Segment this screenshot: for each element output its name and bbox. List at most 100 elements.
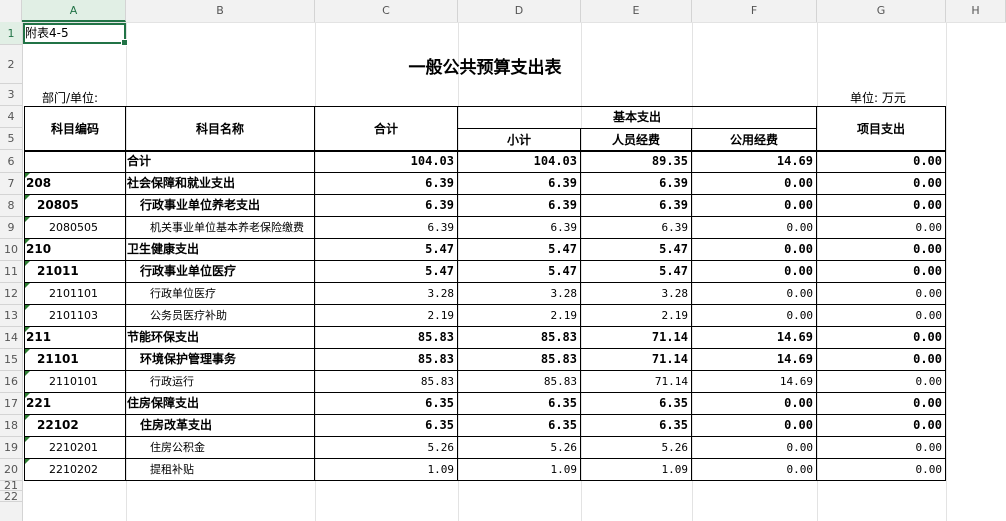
table-cell-per[interactable]: 6.39 (580, 216, 692, 239)
row-header-4[interactable]: 4 (0, 106, 22, 128)
table-cell-sub[interactable]: 6.39 (457, 216, 581, 239)
table-cell-total[interactable]: 6.35 (314, 414, 458, 437)
table-cell-proj[interactable]: 0.00 (816, 282, 946, 305)
table-cell-proj[interactable]: 0.00 (816, 414, 946, 437)
row-header-18[interactable]: 18 (0, 415, 22, 437)
row-header-20[interactable]: 20 (0, 459, 22, 481)
table-cell-name[interactable]: 社会保障和就业支出 (125, 172, 315, 195)
table-cell-code[interactable]: 2080505 (24, 216, 126, 239)
table-cell-name[interactable]: 卫生健康支出 (125, 238, 315, 261)
row-header-13[interactable]: 13 (0, 305, 22, 327)
table-cell-total[interactable]: 104.03 (314, 150, 458, 173)
table-cell-name[interactable]: 行政运行 (125, 370, 315, 393)
column-header-h[interactable]: H (946, 0, 1006, 22)
table-cell-sub[interactable]: 6.35 (457, 414, 581, 437)
column-header-e[interactable]: E (581, 0, 692, 22)
table-cell-pub[interactable]: 0.00 (691, 458, 817, 481)
table-cell-per[interactable]: 6.35 (580, 414, 692, 437)
table-cell-total[interactable]: 6.39 (314, 216, 458, 239)
row-header-22[interactable]: 22 (0, 491, 22, 502)
table-cell-proj[interactable]: 0.00 (816, 194, 946, 217)
table-cell-sub[interactable]: 6.35 (457, 392, 581, 415)
row-header-16[interactable]: 16 (0, 371, 22, 393)
table-cell-per[interactable]: 2.19 (580, 304, 692, 327)
table-cell-name[interactable]: 行政事业单位医疗 (125, 260, 315, 283)
table-cell-pub[interactable]: 0.00 (691, 282, 817, 305)
table-cell-per[interactable]: 5.47 (580, 238, 692, 261)
column-header-f[interactable]: F (692, 0, 817, 22)
column-header-a[interactable]: A (22, 0, 126, 22)
row-header-8[interactable]: 8 (0, 195, 22, 217)
row-header-7[interactable]: 7 (0, 173, 22, 195)
row-header-14[interactable]: 14 (0, 327, 22, 349)
row-header-11[interactable]: 11 (0, 261, 22, 283)
row-header-2[interactable]: 2 (0, 45, 22, 84)
row-header-12[interactable]: 12 (0, 283, 22, 305)
table-cell-proj[interactable]: 0.00 (816, 238, 946, 261)
column-header-b[interactable]: B (126, 0, 315, 22)
table-cell-sub[interactable]: 6.39 (457, 194, 581, 217)
cell-a1[interactable]: 附表4-5 (25, 23, 125, 44)
table-cell-proj[interactable]: 0.00 (816, 260, 946, 283)
table-cell-per[interactable]: 71.14 (580, 326, 692, 349)
column-header-g[interactable]: G (817, 0, 946, 22)
table-cell-code[interactable]: 21101 (24, 348, 126, 371)
table-cell-sub[interactable]: 3.28 (457, 282, 581, 305)
table-cell-proj[interactable]: 0.00 (816, 304, 946, 327)
table-cell-pub[interactable]: 0.00 (691, 216, 817, 239)
table-cell-total[interactable]: 5.47 (314, 238, 458, 261)
table-cell-proj[interactable]: 0.00 (816, 370, 946, 393)
table-cell-proj[interactable]: 0.00 (816, 348, 946, 371)
table-cell-proj[interactable]: 0.00 (816, 216, 946, 239)
table-cell-per[interactable]: 6.39 (580, 172, 692, 195)
table-cell-sub[interactable]: 85.83 (457, 326, 581, 349)
table-cell-code[interactable]: 210 (24, 238, 126, 261)
table-cell-pub[interactable]: 0.00 (691, 436, 817, 459)
table-cell-total[interactable]: 5.47 (314, 260, 458, 283)
table-cell-total[interactable]: 85.83 (314, 326, 458, 349)
column-header-c[interactable]: C (315, 0, 458, 22)
row-header-10[interactable]: 10 (0, 239, 22, 261)
table-cell-pub[interactable]: 14.69 (691, 326, 817, 349)
table-cell-per[interactable]: 71.14 (580, 370, 692, 393)
table-cell-proj[interactable]: 0.00 (816, 458, 946, 481)
table-cell-sub[interactable]: 104.03 (457, 150, 581, 173)
table-cell-name[interactable]: 住房改革支出 (125, 414, 315, 437)
table-cell-per[interactable]: 5.26 (580, 436, 692, 459)
table-cell-sub[interactable]: 2.19 (457, 304, 581, 327)
row-header-3[interactable]: 3 (0, 84, 22, 106)
table-cell-name[interactable]: 住房保障支出 (125, 392, 315, 415)
table-cell-code[interactable]: 221 (24, 392, 126, 415)
table-cell-name[interactable]: 机关事业单位基本养老保险缴费 (125, 216, 315, 239)
table-cell-pub[interactable]: 0.00 (691, 194, 817, 217)
table-cell-name[interactable]: 行政事业单位养老支出 (125, 194, 315, 217)
table-cell-pub[interactable]: 0.00 (691, 172, 817, 195)
row-header-15[interactable]: 15 (0, 349, 22, 371)
table-cell-proj[interactable]: 0.00 (816, 172, 946, 195)
table-cell-code[interactable] (24, 150, 126, 173)
table-cell-code[interactable]: 2110101 (24, 370, 126, 393)
table-cell-total[interactable]: 2.19 (314, 304, 458, 327)
table-cell-total[interactable]: 6.39 (314, 172, 458, 195)
table-cell-proj[interactable]: 0.00 (816, 326, 946, 349)
table-cell-total[interactable]: 3.28 (314, 282, 458, 305)
table-cell-pub[interactable]: 14.69 (691, 150, 817, 173)
table-cell-per[interactable]: 6.35 (580, 392, 692, 415)
table-cell-sub[interactable]: 5.26 (457, 436, 581, 459)
table-cell-name[interactable]: 住房公积金 (125, 436, 315, 459)
table-cell-code[interactable]: 211 (24, 326, 126, 349)
table-cell-pub[interactable]: 14.69 (691, 370, 817, 393)
table-cell-total[interactable]: 6.35 (314, 392, 458, 415)
row-header-9[interactable]: 9 (0, 217, 22, 239)
table-cell-sub[interactable]: 6.39 (457, 172, 581, 195)
table-cell-proj[interactable]: 0.00 (816, 150, 946, 173)
table-cell-sub[interactable]: 5.47 (457, 260, 581, 283)
table-cell-pub[interactable]: 0.00 (691, 238, 817, 261)
row-header-1[interactable]: 1 (0, 22, 22, 45)
select-all-corner[interactable] (0, 0, 22, 22)
row-header-17[interactable]: 17 (0, 393, 22, 415)
table-cell-code[interactable]: 208 (24, 172, 126, 195)
table-cell-per[interactable]: 3.28 (580, 282, 692, 305)
table-cell-name[interactable]: 合计 (125, 150, 315, 173)
table-cell-sub[interactable]: 1.09 (457, 458, 581, 481)
